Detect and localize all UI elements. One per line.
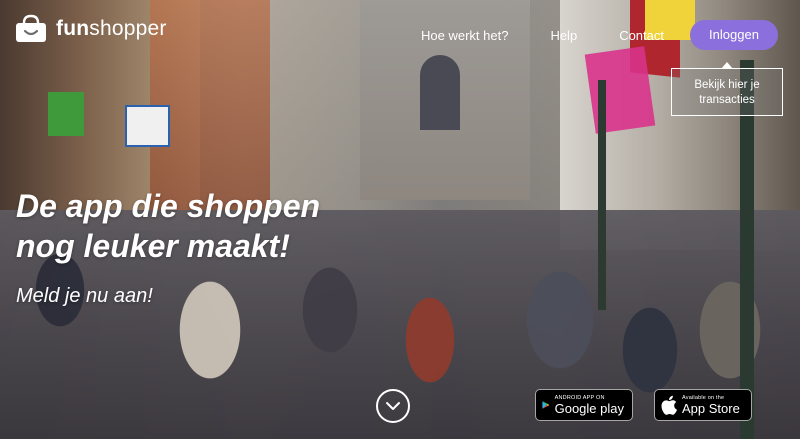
nav-link-how-it-works[interactable]: Hoe werkt het?	[421, 28, 508, 43]
top-navigation: Hoe werkt het? Help Contact Inloggen	[421, 20, 778, 50]
apple-icon	[661, 395, 677, 415]
headline-line-1: De app die shoppen	[16, 188, 321, 224]
hero-headline: De app die shoppen nog leuker maakt!	[16, 186, 396, 266]
google-play-icon	[542, 401, 550, 409]
headline-line-2: nog leuker maakt!	[16, 228, 290, 264]
hero-section: funshopper Hoe werkt het? Help Contact I…	[0, 0, 800, 439]
scroll-down-button[interactable]	[376, 389, 410, 423]
background-sign-blue	[125, 105, 170, 147]
transactions-tooltip: Bekijk hier je transacties	[671, 62, 783, 116]
app-store-badge-big: App Store	[682, 400, 740, 416]
background-lamp-post-right	[740, 60, 754, 439]
background-lamp-post	[598, 80, 606, 310]
background-building-brick	[150, 0, 270, 210]
app-store-badge[interactable]: Available on the App Store	[654, 389, 752, 421]
chevron-down-icon	[386, 402, 400, 410]
shopping-bag-icon	[14, 14, 48, 44]
background-sign-green	[48, 92, 84, 136]
google-play-badge[interactable]: ANDROID APP ON Google play	[535, 389, 633, 421]
app-store-badge-text: Available on the App Store	[682, 395, 740, 416]
background-church-window	[420, 55, 460, 130]
tooltip-line-1: Bekijk hier je	[694, 79, 760, 91]
hero-subline[interactable]: Meld je nu aan!	[16, 285, 153, 308]
nav-link-help[interactable]: Help	[550, 28, 577, 43]
brand-logo[interactable]: funshopper	[14, 14, 167, 44]
nav-link-contact[interactable]: Contact	[619, 28, 664, 43]
brand-name: funshopper	[56, 17, 167, 40]
google-play-badge-big: Google play	[554, 400, 624, 416]
background-banner-pink	[584, 46, 656, 134]
login-button[interactable]: Inloggen	[690, 20, 778, 50]
google-play-badge-text: ANDROID APP ON Google play	[555, 395, 624, 416]
tooltip-line-2: transacties	[699, 94, 755, 106]
